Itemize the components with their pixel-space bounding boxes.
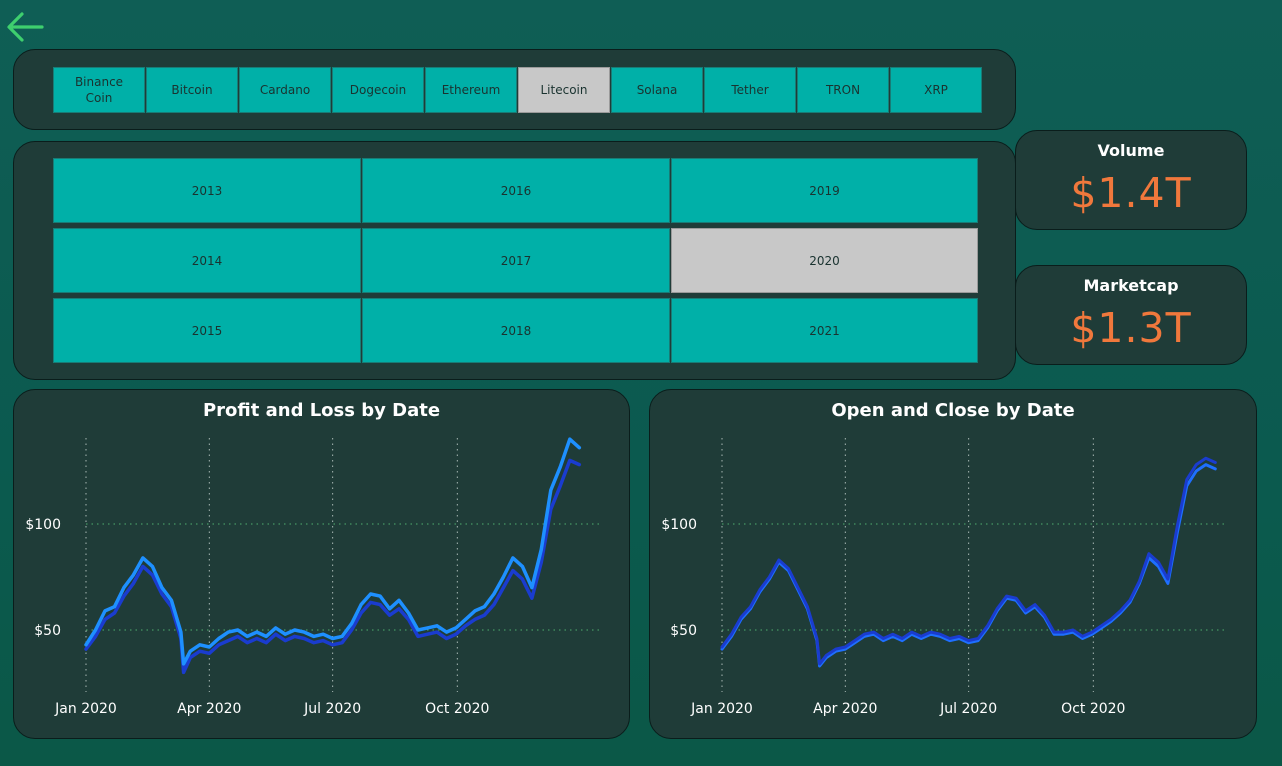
x-tick-label: Oct 2020 xyxy=(1061,701,1125,717)
coin-option-binance-coin[interactable]: Binance Coin xyxy=(53,67,145,113)
coin-option-tron[interactable]: TRON xyxy=(797,67,889,113)
coin-option-cardano[interactable]: Cardano xyxy=(239,67,331,113)
coin-option-solana[interactable]: Solana xyxy=(611,67,703,113)
marketcap-label: Marketcap xyxy=(1083,276,1179,295)
open-close-plot: $50 $100 Jan 2020 Apr 2020 Jul 2020 Oct 2020 xyxy=(661,438,1224,717)
year-option-2021[interactable]: 2021 xyxy=(671,298,978,363)
y-tick-label: $50 xyxy=(670,623,697,639)
y-tick-label: $100 xyxy=(25,517,61,533)
year-option-2019[interactable]: 2019 xyxy=(671,158,978,223)
year-slicer: 2013 2014 2015 2016 2017 2018 2019 2020 2021 xyxy=(53,158,978,363)
y-tick-label: $50 xyxy=(34,623,61,639)
coin-slicer: Binance Coin Bitcoin Cardano Dogecoin Ethere… xyxy=(53,67,982,113)
x-tick-label: Jul 2020 xyxy=(303,701,361,717)
x-tick-label: Jan 2020 xyxy=(54,701,117,717)
year-option-2014[interactable]: 2014 xyxy=(53,228,361,293)
series-line-2 xyxy=(720,456,1217,666)
x-tick-label: Jan 2020 xyxy=(690,701,753,717)
year-option-2020[interactable]: 2020 xyxy=(671,228,978,293)
x-tick-label: Oct 2020 xyxy=(425,701,489,717)
marketcap-card: Marketcap $1.3T xyxy=(1015,265,1247,365)
year-option-2017[interactable]: 2017 xyxy=(362,228,670,293)
year-option-2013[interactable]: 2013 xyxy=(53,158,361,223)
coin-option-xrp[interactable]: XRP xyxy=(890,67,982,113)
y-tick-label: $100 xyxy=(661,517,697,533)
open-close-chart: Open and Close by Date $50 $100 Jan 2020 Ap… xyxy=(649,389,1257,739)
coin-option-litecoin[interactable]: Litecoin xyxy=(518,67,610,113)
year-option-2015[interactable]: 2015 xyxy=(53,298,361,363)
coin-option-bitcoin[interactable]: Bitcoin xyxy=(146,67,238,113)
volume-label: Volume xyxy=(1097,141,1165,160)
year-option-2018[interactable]: 2018 xyxy=(362,298,670,363)
coin-option-dogecoin[interactable]: Dogecoin xyxy=(332,67,424,113)
coin-option-tether[interactable]: Tether xyxy=(704,67,796,113)
x-tick-label: Apr 2020 xyxy=(813,701,877,717)
coin-option-ethereum[interactable]: Ethereum xyxy=(425,67,517,113)
profit-loss-plot: $50 $100 Jan 2020 Apr 2020 Jul 2020 Oct 2020 xyxy=(25,437,600,717)
marketcap-value: $1.3T xyxy=(1070,304,1192,352)
x-tick-label: Apr 2020 xyxy=(177,701,241,717)
volume-value: $1.4T xyxy=(1070,169,1192,217)
arrow-left-icon[interactable] xyxy=(6,10,44,44)
x-tick-label: Jul 2020 xyxy=(939,701,997,717)
year-option-2016[interactable]: 2016 xyxy=(362,158,670,223)
volume-card: Volume $1.4T xyxy=(1015,130,1247,230)
profit-loss-chart: Profit and Loss by Date $50 $100 Jan 2020 A… xyxy=(13,389,630,739)
series-line-1 xyxy=(84,458,582,675)
